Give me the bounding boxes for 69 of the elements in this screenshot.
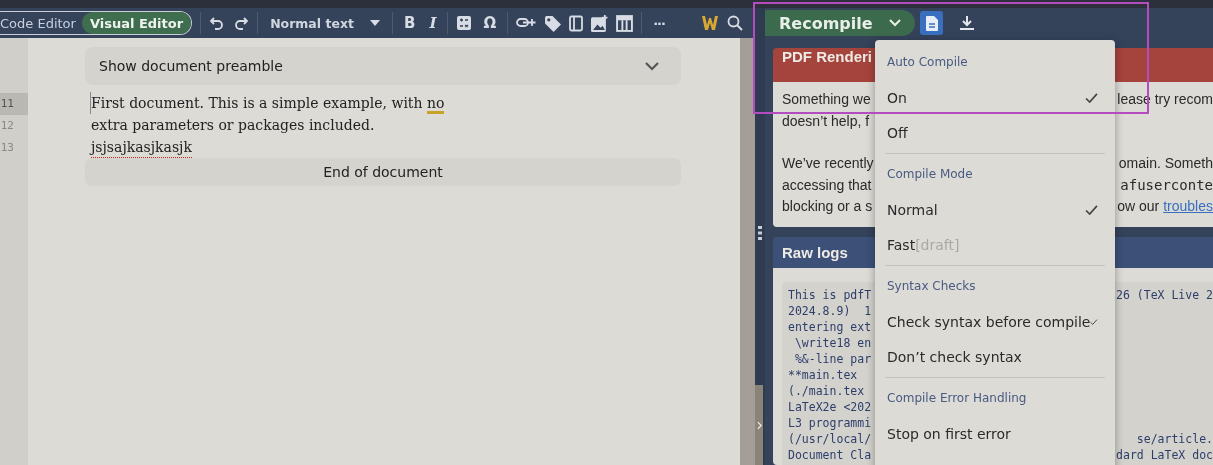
document-icon	[925, 15, 938, 31]
editor-mode-tab[interactable]: Code Editor	[0, 12, 82, 34]
log-line: This is pdfT	[788, 286, 872, 303]
caret-icon	[369, 20, 380, 26]
end-of-document-bar: End of document	[85, 158, 681, 186]
menu-item[interactable]: Check syntax before compile	[875, 304, 1115, 339]
menu-section-title: Compile Error Handling	[886, 390, 1028, 407]
log-line: LaTeX2e <202	[788, 398, 872, 415]
tag-icon[interactable]	[544, 14, 562, 32]
math-icon[interactable]	[456, 15, 473, 31]
log-line: (./main.tex	[788, 382, 865, 399]
book-icon[interactable]	[569, 14, 584, 32]
symbol-button[interactable]: Ω	[480, 14, 500, 32]
editor-mode-tab[interactable]: Visual Editor	[81, 12, 192, 34]
log-line: 2024.8.9) 1	[788, 302, 872, 319]
menu-item[interactable]: Don’t check syntax	[875, 339, 1115, 374]
more-button[interactable]: ···	[650, 15, 668, 31]
log-line: se/article.	[1136, 430, 1213, 447]
message-text: afuserconte	[1120, 175, 1213, 195]
menu-item[interactable]: Normal	[875, 192, 1115, 227]
menu-item-label: Fast[draft]	[887, 236, 960, 253]
menu-item-label: Stop on first error	[887, 425, 1011, 442]
table-icon[interactable]	[616, 14, 634, 32]
text-style-dropdown[interactable]: Normal text	[266, 15, 384, 31]
log-line: L3 programmi	[788, 414, 872, 431]
menu-item-label: Don’t check syntax	[887, 348, 1022, 365]
menu-item[interactable]: On	[875, 80, 1115, 115]
image-icon[interactable]	[591, 14, 609, 32]
log-line: entering ext	[788, 318, 872, 335]
collapse-handle[interactable]	[755, 385, 763, 465]
menu-item-label: Off	[887, 124, 908, 141]
menu-item-label: Check syntax before compile	[887, 313, 1091, 330]
log-line: %&-line par	[793, 350, 872, 367]
log-line: **main.tex	[788, 366, 858, 383]
download-icon[interactable]	[959, 15, 975, 31]
line-number: 12	[0, 118, 15, 134]
redo-icon[interactable]	[233, 15, 250, 31]
log-line: Document Cla	[788, 446, 872, 463]
line-number: 13	[0, 140, 15, 156]
menu-item-label: Normal	[887, 201, 938, 218]
chevron-down-icon	[645, 61, 659, 71]
message-text: ow our troubles	[1117, 197, 1213, 216]
pdf-view-button[interactable]	[920, 11, 943, 35]
preamble-toggle[interactable]: Show document preamble	[85, 47, 681, 85]
troubleshooting-link[interactable]: troubles	[1163, 198, 1213, 214]
menu-item[interactable]: Stop on first error	[875, 416, 1115, 451]
document-line: First document. This is a simple example, with no	[90, 92, 675, 114]
menu-item[interactable]: Off	[875, 115, 1115, 150]
log-line: 26 (TeX Live 2	[1116, 286, 1213, 303]
bold-button[interactable]: B	[400, 14, 419, 32]
line-number: 11	[0, 93, 28, 115]
w-logo-icon[interactable]	[701, 15, 719, 31]
menu-item-label: On	[887, 89, 907, 106]
log-line: \write18 en	[793, 334, 872, 351]
caret-icon	[889, 19, 901, 27]
menu-section-title: Auto Compile	[886, 54, 969, 71]
drag-handle-icon[interactable]	[758, 226, 762, 240]
document-line: extra parameters or packages included.	[91, 116, 376, 135]
log-line: (/usr/local/	[788, 430, 872, 447]
scrollbar[interactable]	[740, 38, 755, 465]
italic-button[interactable]: I	[426, 14, 440, 32]
menu-section-title: Compile Mode	[886, 166, 974, 183]
undo-icon[interactable]	[209, 15, 226, 31]
recompile-button[interactable]: Recompile	[763, 10, 915, 36]
log-line: dard LaTeX doc	[1116, 446, 1213, 463]
link-icon[interactable]	[516, 16, 537, 30]
search-icon[interactable]	[727, 15, 743, 31]
message-text: omain. Someth	[1118, 154, 1213, 173]
menu-section-title: Syntax Checks	[886, 278, 977, 295]
